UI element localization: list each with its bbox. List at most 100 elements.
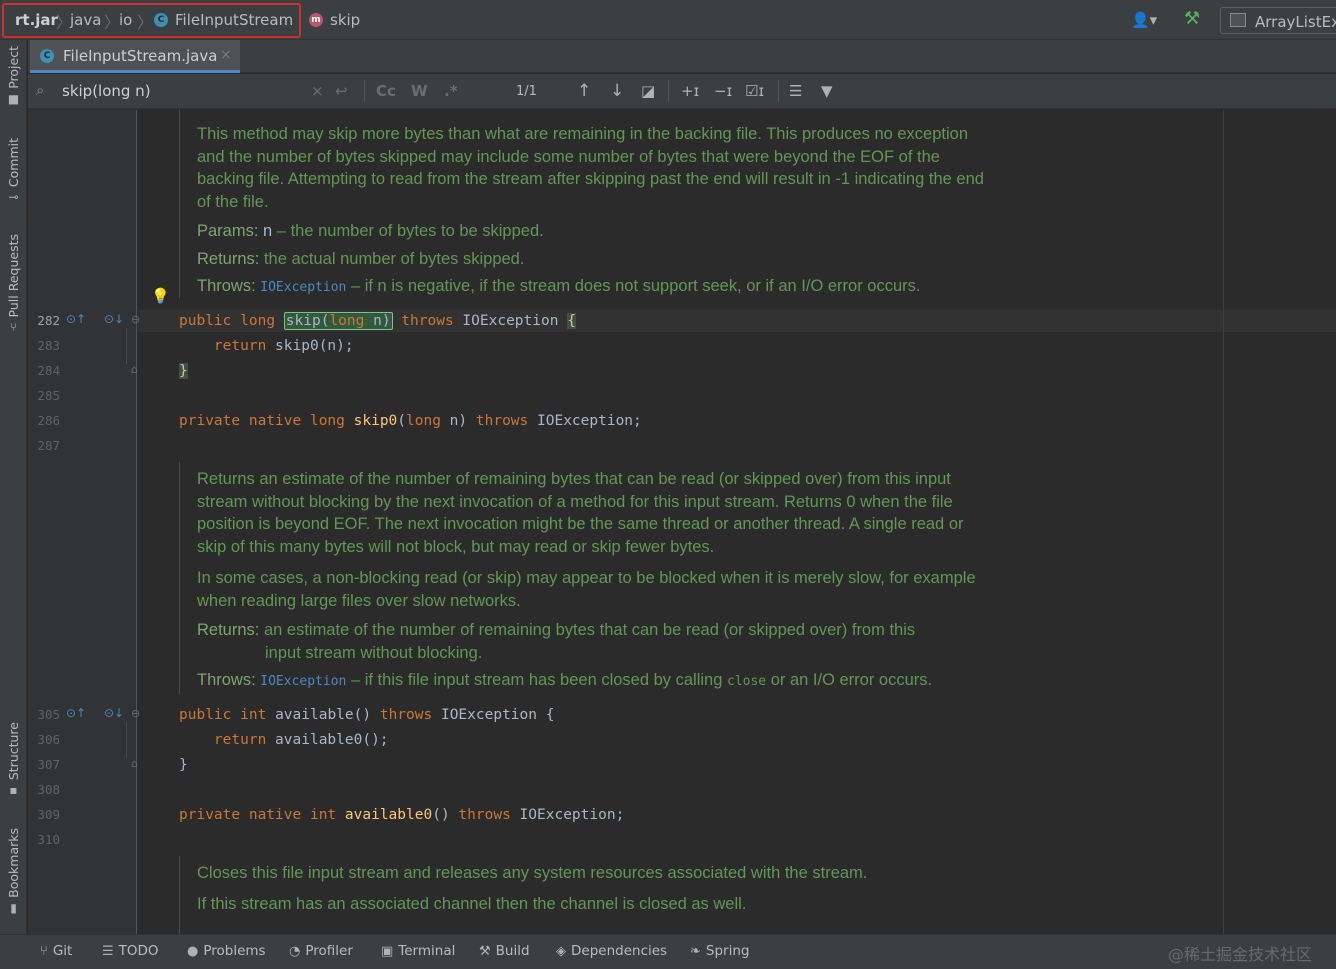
doc-returns: Returns: the actual number of bytes skip… — [197, 248, 987, 271]
overrides-method-icon[interactable]: ⊙↑ — [66, 706, 86, 720]
breadcrumb-io[interactable]: io — [119, 11, 132, 29]
breadcrumb-java[interactable]: java — [70, 11, 101, 29]
implemented-method-icon[interactable]: ⊙↓ — [104, 312, 124, 326]
line-number: 309 — [37, 807, 60, 822]
doc-throws: Throws: IOException – if this file input… — [197, 669, 987, 694]
remove-occurrence-icon[interactable]: −ɪ — [714, 81, 732, 101]
user-dropdown-icon[interactable]: 👤▾ — [1131, 11, 1157, 29]
profiler-icon: ◔ — [289, 944, 301, 959]
breadcrumb-fileinputstream[interactable]: FileInputStream — [175, 11, 293, 29]
tool-spring[interactable]: ❧ Spring — [690, 943, 749, 959]
javadoc-skip: This method may skip more bytes than wha… — [179, 110, 999, 298]
keyword: throws — [475, 413, 529, 429]
tool-tab-label: Bookmarks — [6, 828, 21, 898]
breadcrumb-skip[interactable]: skip — [330, 11, 360, 29]
select-all-occurrences-icon[interactable]: ◪ — [641, 81, 655, 101]
tool-problems[interactable]: ● Problems — [187, 943, 266, 959]
doc-tag: Throws: — [197, 277, 256, 295]
tool-dependencies[interactable]: ◈ Dependencies — [556, 943, 667, 959]
fold-guide — [126, 328, 127, 364]
find-input[interactable] — [62, 80, 302, 102]
fold-collapse-icon[interactable]: ⊖ — [131, 707, 140, 720]
tool-tab-label: Commit — [6, 138, 21, 188]
code-line-282: public long skip(long n) throws IOExcept… — [179, 311, 576, 331]
lightbulb-icon[interactable]: 💡 — [151, 287, 170, 305]
keyword: private — [179, 413, 241, 429]
tool-todo[interactable]: ☰ TODO — [102, 943, 159, 959]
class-icon: C — [154, 13, 168, 27]
line-number: 310 — [37, 832, 60, 847]
next-occurrence-icon[interactable]: ↓ — [610, 81, 624, 101]
pull-request-icon: ⑂ — [9, 320, 18, 335]
tool-terminal[interactable]: ▣ Terminal — [381, 943, 455, 959]
fold-collapse-icon[interactable]: ⊖ — [131, 313, 140, 326]
divider — [668, 80, 669, 102]
select-all-icon[interactable]: ☑ɪ — [745, 81, 764, 101]
build-hammer-icon: ⚒ — [479, 944, 491, 959]
line-number: 305 — [37, 707, 60, 722]
tool-tab-label: Structure — [6, 722, 21, 781]
doc-params: Params: n – the number of bytes to be sk… — [197, 220, 987, 243]
tool-profiler[interactable]: ◔ Profiler — [289, 943, 353, 959]
tool-tab-commit[interactable]: Commit ⊸ — [0, 138, 27, 204]
previous-occurrence-icon[interactable]: ↑ — [577, 81, 591, 101]
filter-icon[interactable]: ▼ — [821, 81, 833, 101]
exception-type: IOException; — [537, 413, 642, 429]
doc-exception-link[interactable]: IOException — [260, 674, 346, 689]
dependencies-icon: ◈ — [556, 944, 566, 959]
run-configuration-selector[interactable]: ArrayListEx — [1220, 7, 1336, 34]
tool-git[interactable]: ⑂ Git — [40, 943, 72, 959]
match-case-button[interactable]: Cc — [376, 81, 396, 101]
doc-exception-link[interactable]: IOException — [260, 280, 346, 295]
implemented-method-icon[interactable]: ⊙↓ — [104, 706, 124, 720]
filter-options-icon[interactable]: ☰ — [789, 81, 802, 101]
find-bar: ⌕ × ↩ Cc W .* 1/1 ↑ ↓ ◪ +ɪ −ɪ ☑ɪ ☰ ▼ — [28, 74, 1336, 109]
tab-fileinputstream-java[interactable]: C FileInputStream.java × — [30, 40, 240, 73]
tool-build[interactable]: ⚒ Build — [479, 943, 530, 959]
tool-tab-pull-requests[interactable]: Pull Requests ⑂ — [0, 234, 27, 334]
overrides-method-icon[interactable]: ⊙↑ — [66, 312, 86, 326]
doc-param-desc: – the number of bytes to be skipped. — [272, 222, 544, 240]
keyword: int — [309, 807, 337, 823]
fold-end-icon[interactable]: ⌂ — [131, 363, 138, 376]
build-hammer-icon[interactable]: ⚒ — [1184, 8, 1200, 29]
new-line-icon[interactable]: ↩ — [335, 81, 348, 101]
search-icon[interactable]: ⌕ — [36, 81, 44, 99]
paren: () — [432, 807, 450, 823]
doc-paragraph: This method may skip more bytes than wha… — [197, 125, 984, 211]
breadcrumb-rt-jar[interactable]: rt.jar — [15, 11, 58, 29]
tool-tab-bookmarks[interactable]: Bookmarks ▮ — [0, 828, 27, 915]
tool-label: TODO — [118, 943, 159, 959]
code-line-307: } — [179, 755, 188, 775]
doc-throws: Throws: IOException – if n is negative, … — [197, 275, 987, 300]
keyword: long — [406, 413, 441, 429]
doc-tag: Params: — [197, 222, 259, 240]
code-editor[interactable]: 282 283 284 285 286 287 305 306 307 308 … — [28, 110, 1336, 934]
doc-throws-desc: or an I/O error occurs. — [766, 671, 933, 689]
fold-end-icon[interactable]: ⌂ — [131, 757, 138, 770]
line-number: 306 — [37, 732, 60, 747]
method-call: skip0(n); — [275, 338, 354, 354]
add-occurrence-icon[interactable]: +ɪ — [681, 81, 699, 101]
tool-label: Git — [52, 943, 73, 959]
exception-type: IOException; — [519, 807, 625, 823]
doc-paragraph: In some cases, a non-blocking read (or s… — [197, 569, 976, 610]
keyword: return — [213, 732, 267, 748]
tool-tab-project[interactable]: Project ■ — [0, 46, 27, 106]
method-name: available — [275, 707, 354, 723]
tool-label: Profiler — [305, 943, 353, 959]
doc-tag: Throws: — [197, 671, 256, 689]
doc-tag: Returns: — [197, 250, 260, 268]
keyword: private — [179, 807, 241, 823]
regex-button[interactable]: .* — [444, 81, 458, 101]
breadcrumb-separator: 〉 — [137, 13, 154, 32]
folder-icon: ■ — [7, 91, 20, 106]
doc-returns-desc: the actual number of bytes skipped. — [263, 250, 525, 268]
clear-icon[interactable]: × — [311, 81, 324, 101]
tool-tab-structure[interactable]: Structure ▪ — [0, 722, 27, 797]
close-icon[interactable]: × — [220, 47, 232, 63]
parameter: n) — [440, 413, 468, 429]
whole-words-button[interactable]: W — [411, 81, 428, 101]
run-config-label: ArrayListEx — [1255, 13, 1336, 31]
tool-tab-label: Pull Requests — [6, 234, 21, 318]
